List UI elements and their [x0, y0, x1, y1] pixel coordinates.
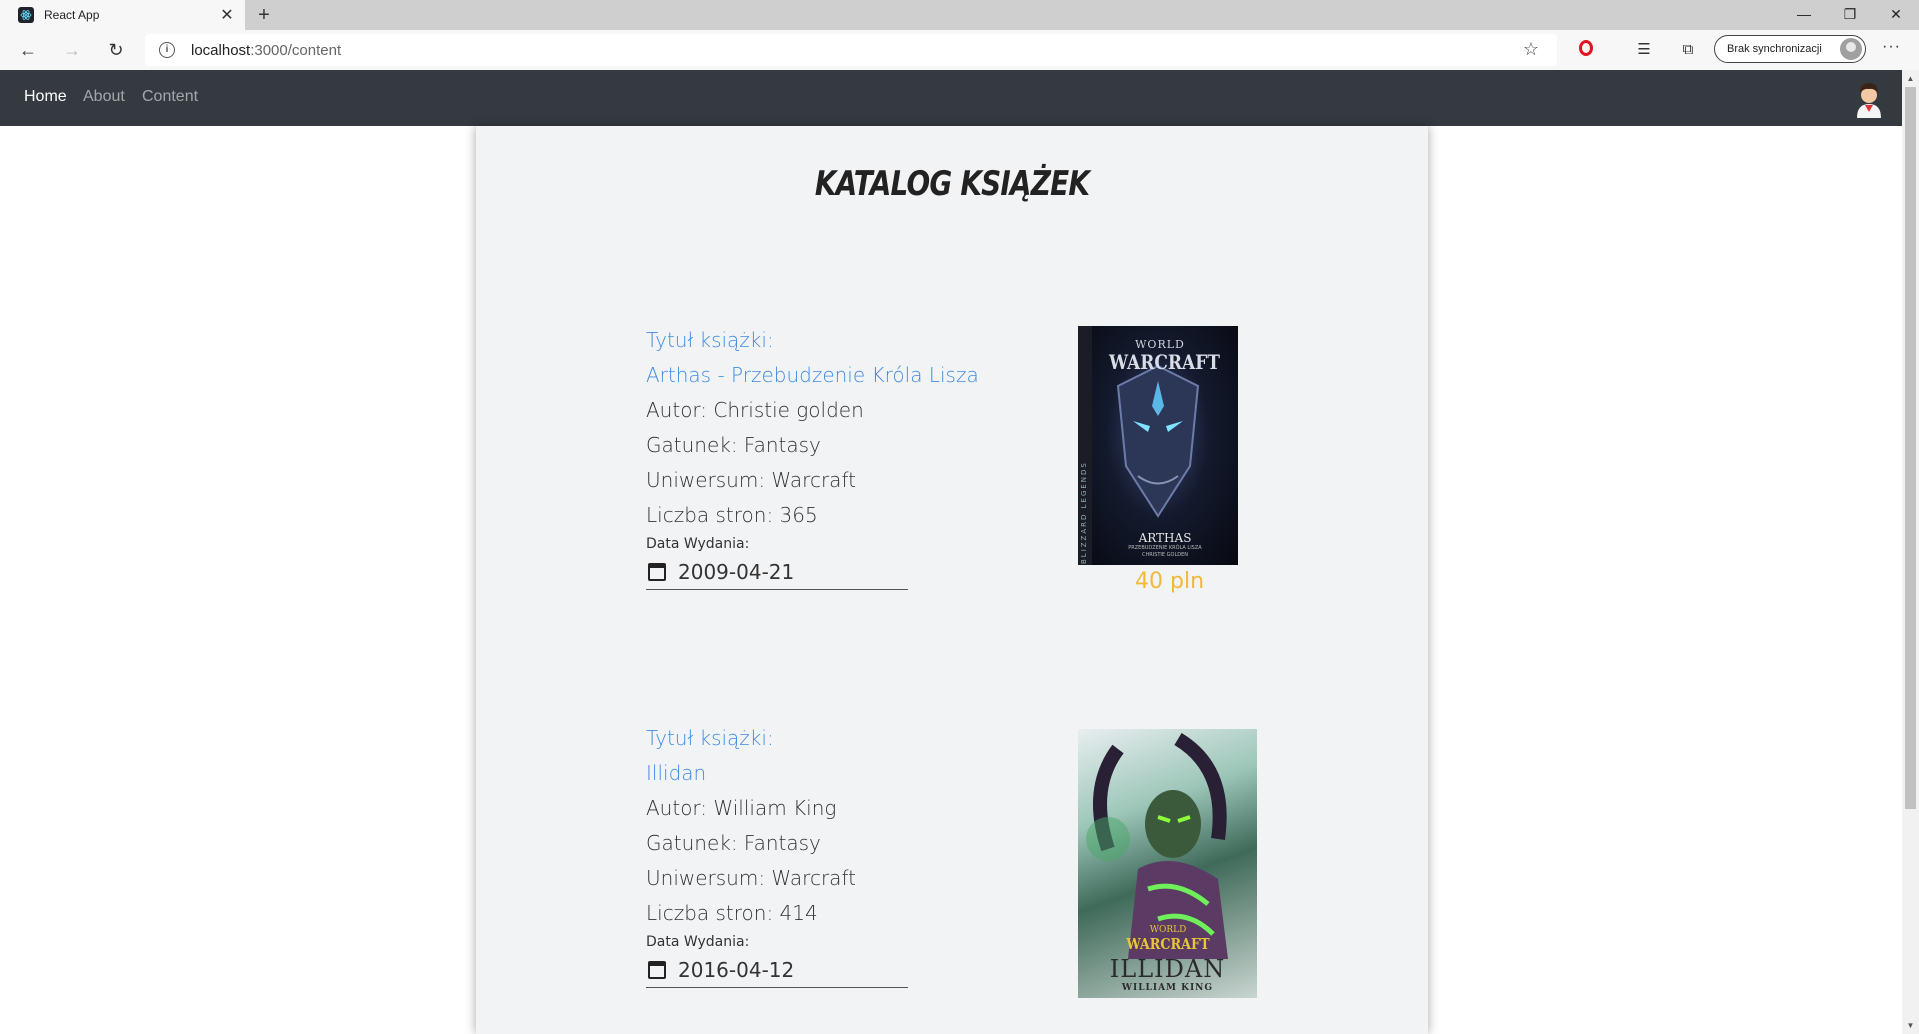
info-icon[interactable]: i — [159, 42, 175, 58]
book-cover-image: WORLD WARCRAFT BLIZZARD LEGENDS ARTHAS P… — [1078, 326, 1238, 565]
collections-icon[interactable]: ⧉ — [1676, 38, 1700, 62]
book-genre: Gatunek: Fantasy — [646, 433, 821, 457]
profile-sync-button[interactable]: Brak synchronizacji — [1714, 35, 1866, 63]
new-tab-button[interactable]: + — [252, 3, 276, 27]
profile-avatar-icon — [1840, 38, 1862, 60]
book-pages: Liczba stron: 365 — [646, 503, 818, 527]
cover-text: WORLD — [1149, 925, 1187, 935]
calendar-icon[interactable] — [648, 961, 666, 979]
page-scrollbar[interactable]: ▲ ▼ — [1902, 70, 1919, 1034]
cover-text: PRZEBUDZENIE KRÓLA LISZA — [1128, 545, 1202, 551]
browser-toolbar: ← → ↻ i localhost:3000/content ☆ ☰ ⧉ Bra… — [0, 30, 1919, 71]
sync-label: Brak synchronizacji — [1727, 43, 1822, 55]
release-date-field[interactable]: 2016-04-12 — [646, 953, 908, 988]
release-date-value: 2009-04-21 — [678, 560, 795, 584]
restore-button[interactable]: ❐ — [1827, 0, 1873, 30]
cover-text: WILLIAM KING — [1121, 983, 1214, 993]
nav-home[interactable]: Home — [24, 88, 67, 106]
cover-text: ARTHAS — [1138, 531, 1192, 545]
cover-text: CHRISTIE GOLDEN — [1142, 552, 1188, 558]
scroll-thumb[interactable] — [1905, 87, 1916, 809]
react-favicon-icon — [18, 7, 34, 23]
close-window-button[interactable]: ✕ — [1873, 0, 1919, 30]
forward-button[interactable]: → — [58, 38, 86, 62]
nav-content[interactable]: Content — [142, 88, 198, 106]
catalog-container: Katalog Książek Tytuł książki: Arthas - … — [476, 126, 1428, 1034]
scroll-down-arrow-icon[interactable]: ▼ — [1902, 1017, 1919, 1034]
cover-text: ILLIDAN — [1109, 955, 1226, 983]
more-menu-icon[interactable]: ··· — [1882, 38, 1901, 56]
tab-title: React App — [44, 8, 100, 22]
cover-text: BLIZZARD LEGENDS — [1080, 461, 1088, 564]
address-bar[interactable]: i localhost:3000/content ☆ — [145, 34, 1557, 66]
nav-about[interactable]: About — [83, 88, 125, 106]
back-button[interactable]: ← — [14, 38, 42, 62]
reload-button[interactable]: ↻ — [102, 38, 130, 62]
release-date-value: 2016-04-12 — [678, 958, 795, 982]
favorites-list-icon[interactable]: ☰ — [1632, 38, 1656, 62]
url-text[interactable]: localhost:3000/content — [191, 42, 341, 59]
book-card: Tytuł książki: Arthas - Przebudzenie Kró… — [646, 323, 1346, 590]
favorite-star-icon[interactable]: ☆ — [1523, 39, 1539, 60]
scroll-up-arrow-icon[interactable]: ▲ — [1902, 70, 1919, 87]
cover-text: WARCRAFT — [1126, 935, 1210, 953]
book-price: 40 pln — [1135, 569, 1205, 594]
user-avatar-icon[interactable] — [1854, 78, 1884, 118]
book-author: Autor: Christie golden — [646, 398, 864, 422]
book-title-label: Tytuł książki: — [646, 328, 774, 352]
page-title: Katalog Książek — [814, 164, 1090, 204]
opera-extension-icon[interactable] — [1574, 38, 1598, 62]
release-date-field[interactable]: 2009-04-21 — [646, 555, 908, 590]
browser-tab-strip: React App ✕ + — ❐ ✕ — [0, 0, 1919, 30]
book-title[interactable]: Arthas - Przebudzenie Króla Lisza — [646, 358, 1346, 393]
release-date-label: Data Wydania: — [646, 536, 750, 552]
browser-tab[interactable]: React App ✕ — [0, 0, 245, 30]
tab-close-icon[interactable]: ✕ — [215, 5, 239, 25]
app-navbar: Home About Content — [0, 70, 1902, 126]
cover-text: WARCRAFT — [1109, 350, 1220, 374]
book-universe: Uniwersum: Warcraft — [646, 468, 856, 492]
minimize-button[interactable]: — — [1781, 0, 1827, 30]
book-cover-image: WORLD WARCRAFT ILLIDAN WILLIAM KING — [1078, 729, 1257, 998]
calendar-icon[interactable] — [648, 563, 666, 581]
